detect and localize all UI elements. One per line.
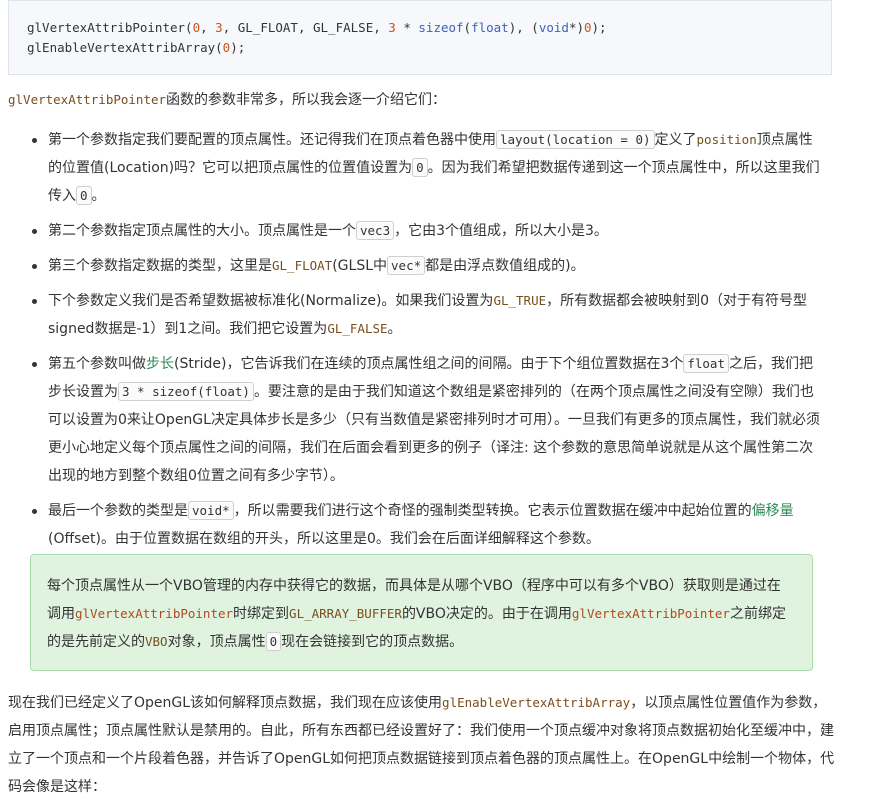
item-text: (Offset)。由于位置数据在数组的开头，所以这里是0。我们会在后面详细解释这… [48, 531, 600, 547]
code-fn: glEnableVertexAttribArray( [27, 40, 223, 55]
item-text: 第三个参数指定数据的类型，这里是 [48, 258, 272, 274]
item-text: 第五个参数叫做 [48, 356, 146, 372]
item-text: (GLSL中 [332, 258, 388, 274]
code-keyword: float [471, 20, 509, 35]
note-text: 时绑定到 [233, 606, 290, 622]
inline-code: vec3 [356, 221, 395, 240]
code-keyword: void [538, 20, 569, 35]
item-text: 。 [387, 321, 402, 337]
function-name: glVertexAttribPointer [571, 606, 730, 621]
code-text: *) [568, 20, 584, 35]
constant-name: GL_ARRAY_BUFFER [289, 606, 402, 621]
parameter-list: 第一个参数指定我们要配置的顶点属性。还记得我们在顶点着色器中使用 layout(l… [8, 126, 824, 560]
code-number: 0 [584, 20, 592, 35]
list-item: 下个参数定义我们是否希望数据被标准化(Normalize)。如果我们设置为GL_… [32, 287, 824, 343]
list-item: 第三个参数指定数据的类型，这里是GL_FLOAT(GLSL中 vec* 都是由浮点数… [32, 252, 824, 280]
code-text: ( [463, 20, 472, 35]
code-number: 3 [215, 20, 223, 35]
code-number: 3 [388, 20, 396, 35]
note-box: 每个顶点属性从一个VBO管理的内存中获得它的数据，而具体是从哪个VBO（程序中可… [30, 554, 813, 671]
code-text: ); [230, 40, 246, 55]
inline-code: GL_FLOAT [272, 258, 333, 273]
term-highlight: 偏移量 [751, 503, 794, 519]
code-text: , GL_FLOAT, GL_FALSE, [222, 20, 389, 35]
item-text: 。 [91, 188, 106, 204]
item-text: 最后一个参数的类型是 [48, 503, 188, 519]
inline-code: 0 [76, 186, 92, 205]
list-item: 第五个参数叫做步长(Stride)，它告诉我们在连续的顶点属性组之间的间隔。由于… [32, 350, 824, 490]
inline-code: layout(location = 0) [496, 130, 655, 149]
outro-paragraph: 现在我们已经定义了OpenGL该如何解释顶点数据，我们现在应该使用glEnabl… [8, 689, 836, 801]
code-block: glVertexAttribPointer(0, 3, GL_FLOAT, GL… [8, 0, 832, 75]
inline-code: float [683, 354, 729, 373]
inline-code: 0 [265, 632, 282, 651]
inline-code: vec* [387, 256, 426, 275]
item-text: 第一个参数指定我们要配置的顶点属性。还记得我们在顶点着色器中使用 [48, 132, 496, 148]
note-text: 现在会链接到它的顶点数据。 [281, 634, 464, 650]
note-text: 对象，顶点属性 [167, 634, 266, 650]
function-name: glVertexAttribPointer [75, 606, 234, 621]
function-name: glEnableVertexAttribArray [442, 695, 631, 710]
code-keyword: sizeof [418, 20, 464, 35]
code-line-1: glVertexAttribPointer(0, 3, GL_FLOAT, GL… [27, 20, 607, 35]
code-text: , [200, 20, 216, 35]
inline-code: 0 [412, 158, 428, 177]
note-text: 的VBO决定的。由于在调用 [401, 606, 572, 622]
paragraph-text: 现在我们已经定义了OpenGL该如何解释顶点数据，我们现在应该使用 [8, 695, 443, 711]
code-line-2: glEnableVertexAttribArray(0); [27, 40, 245, 55]
code-fn: glVertexAttribPointer( [27, 20, 193, 35]
inline-code: GL_TRUE [493, 293, 547, 308]
code-text: * [395, 20, 419, 35]
inline-code: position [696, 132, 757, 147]
item-text: ，它由3个值组成，所以大小是3。 [394, 223, 608, 239]
inline-code: 3 * sizeof(float) [118, 382, 254, 401]
list-item: 第二个参数指定顶点属性的大小。顶点属性是一个 vec3 ，它由3个值组成，所以大小是… [32, 217, 824, 245]
term-highlight: 步长 [146, 356, 174, 372]
constant-name: VBO [145, 634, 168, 649]
list-item: 最后一个参数的类型是 void* ，所以需要我们进行这个奇怪的强制类型转换。它表示位… [32, 497, 824, 553]
inline-code: void* [188, 501, 234, 520]
code-text: ); [591, 20, 607, 35]
intro-paragraph: glVertexAttribPointer函数的参数非常多，所以我会逐一介绍它们… [8, 89, 446, 111]
item-text: 下个参数定义我们是否希望数据被标准化(Normalize)。如果我们设置为 [48, 293, 494, 309]
code-number: 0 [192, 20, 201, 35]
intro-text: 函数的参数非常多，所以我会逐一介绍它们： [166, 92, 447, 108]
item-text: (Stride)，它告诉我们在连续的顶点属性组之间的间隔。由于下个组位置数据在3… [174, 356, 684, 372]
function-name: glVertexAttribPointer [8, 92, 167, 107]
item-text: 都是由浮点数值组成的)。 [425, 258, 585, 274]
item-text: 第二个参数指定顶点属性的大小。顶点属性是一个 [48, 223, 356, 239]
code-text: ), ( [508, 20, 539, 35]
item-text: ，所以需要我们进行这个奇怪的强制类型转换。它表示位置数据在缓冲中起始位置的 [233, 503, 752, 519]
list-item: 第一个参数指定我们要配置的顶点属性。还记得我们在顶点着色器中使用 layout(l… [32, 126, 824, 210]
inline-code: GL_FALSE [327, 321, 388, 336]
item-text: 定义了 [654, 132, 697, 148]
